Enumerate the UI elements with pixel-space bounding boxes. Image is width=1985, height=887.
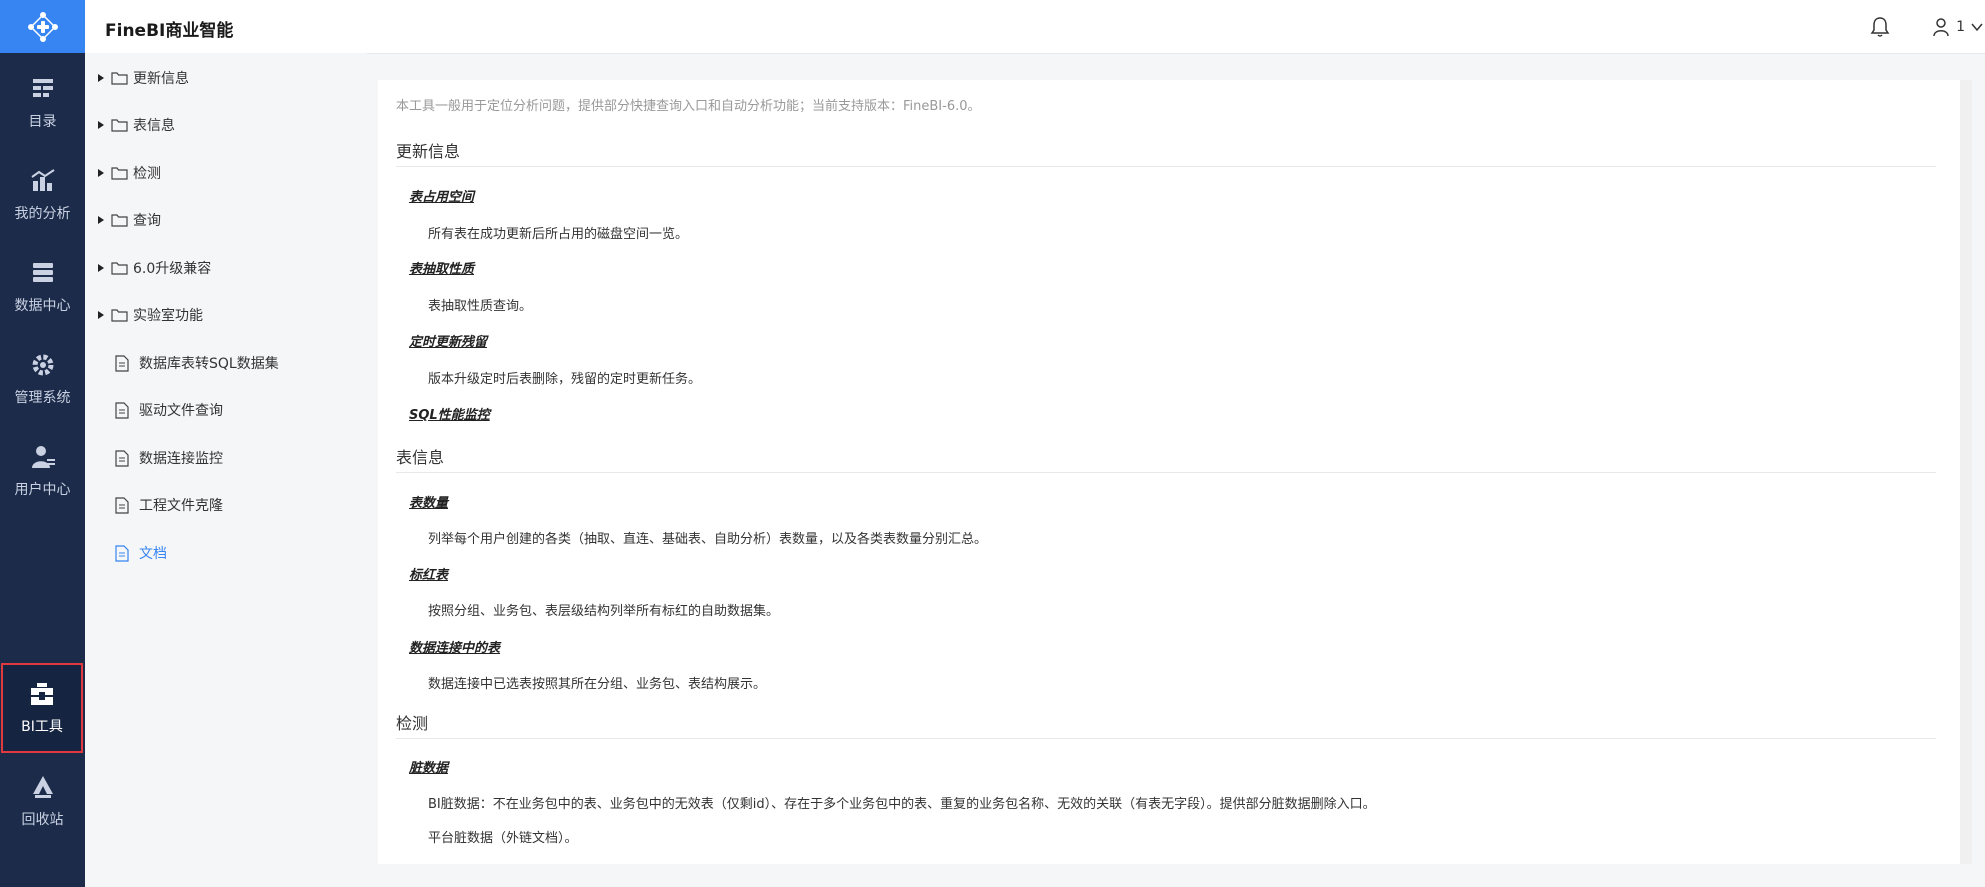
tree-label: 数据连接监控 — [139, 451, 223, 467]
tree-folder-query[interactable]: 查询 — [85, 207, 161, 233]
caret-right-icon[interactable] — [95, 119, 107, 131]
tree-label: 数据库表转SQL数据集 — [139, 356, 279, 372]
chevron-down-icon — [1971, 23, 1983, 31]
caret-right-icon[interactable] — [95, 214, 107, 226]
caret-right-icon[interactable] — [95, 262, 107, 274]
tree-file-docs[interactable]: 文档 — [85, 540, 167, 566]
gear-icon — [32, 354, 53, 376]
analysis-icon — [30, 169, 55, 191]
doc-link-connection-tables[interactable]: 数据连接中的表 — [409, 637, 500, 656]
tree-label: 6.0升级兼容 — [133, 261, 212, 277]
bell-icon[interactable] — [1868, 15, 1892, 39]
doc-desc: 按照分组、业务包、表层级结构列举所有标红的自助数据集。 — [428, 604, 780, 619]
caret-right-icon[interactable] — [95, 167, 107, 179]
tree-folder-update-info[interactable]: 更新信息 — [85, 65, 189, 91]
doc-link-table-extract-nature[interactable]: 表抽取性质 — [409, 258, 474, 277]
doc-desc: 平台脏数据（外链文档）。 — [428, 831, 578, 846]
document-icon — [115, 354, 129, 372]
nav-item-data-center[interactable]: 数据中心 — [0, 241, 85, 333]
data-center-icon — [32, 263, 53, 282]
tree-label: 更新信息 — [133, 71, 189, 87]
main-nav: 目录 我的分析 数据中心 管理系统 用户中心 BI工具 回收站 — [0, 0, 85, 887]
tree-label: 查询 — [133, 213, 161, 229]
logo[interactable] — [0, 0, 85, 53]
doc-desc: 数据连接中已选表按照其所在分组、业务包、表结构展示。 — [428, 677, 767, 692]
tree-file-project-clone[interactable]: 工程文件克隆 — [85, 492, 223, 518]
tree-label: 检测 — [133, 166, 161, 182]
tree-label: 表信息 — [133, 118, 175, 134]
tree-folder-table-info[interactable]: 表信息 — [85, 112, 175, 138]
doc-desc: 版本升级定时后表删除，残留的定时更新任务。 — [428, 372, 702, 387]
document-icon — [115, 449, 129, 467]
nav-label: 用户中心 — [14, 482, 71, 498]
user-center-icon — [31, 446, 55, 468]
logo-icon — [27, 11, 58, 42]
tree-folder-detection[interactable]: 检测 — [85, 160, 161, 186]
section-title: 更新信息 — [396, 138, 1936, 167]
doc-link-sql-performance[interactable]: SQL性能监控 — [409, 404, 490, 423]
scrollbar[interactable] — [1960, 80, 1972, 864]
doc-link-schedule-residue[interactable]: 定时更新残留 — [409, 331, 487, 350]
folder-icon — [111, 119, 128, 132]
top-header: FineBI商业智能 1 — [85, 0, 1985, 54]
tree-label: 文档 — [139, 546, 167, 562]
tree-folder-lab[interactable]: 实验室功能 — [85, 302, 203, 328]
nav-item-recycle-bin[interactable]: 回收站 — [0, 755, 85, 847]
tree-folder-upgrade-compat[interactable]: 6.0升级兼容 — [85, 255, 211, 281]
catalog-icon — [32, 79, 53, 97]
folder-icon — [111, 309, 128, 322]
nav-item-my-analysis[interactable]: 我的分析 — [0, 149, 85, 241]
folder-icon — [111, 72, 128, 85]
tree-label: 实验室功能 — [133, 308, 203, 324]
doc-link-table-disk-usage[interactable]: 表占用空间 — [409, 186, 474, 205]
tree-file-db-to-sql[interactable]: 数据库表转SQL数据集 — [85, 350, 279, 376]
tree-file-connection-monitor[interactable]: 数据连接监控 — [85, 445, 223, 471]
nav-item-management[interactable]: 管理系统 — [0, 333, 85, 425]
folder-icon — [111, 167, 128, 180]
caret-right-icon[interactable] — [95, 309, 107, 321]
section-title: 表信息 — [396, 444, 1936, 473]
section-title: 检测 — [396, 710, 1936, 739]
document-icon — [115, 401, 129, 419]
nav-label: 目录 — [28, 114, 57, 130]
nav-item-bi-tools[interactable]: BI工具 — [1, 663, 83, 753]
doc-link-dirty-data[interactable]: 脏数据 — [409, 757, 448, 776]
nav-label: 管理系统 — [14, 390, 71, 406]
user-menu[interactable]: 1 — [1932, 17, 1983, 37]
doc-desc: BI脏数据：不在业务包中的表、业务包中的无效表（仅剩id）、存在于多个业务包中的… — [428, 797, 1376, 812]
tree-file-driver-query[interactable]: 驱动文件查询 — [85, 397, 223, 423]
doc-link-red-tables[interactable]: 标红表 — [409, 564, 448, 583]
recycle-icon — [32, 776, 53, 798]
nav-label: BI工具 — [21, 719, 63, 735]
toolbox-icon — [31, 683, 53, 705]
folder-icon — [111, 262, 128, 275]
nav-item-catalog[interactable]: 目录 — [0, 57, 85, 149]
nav-label: 回收站 — [21, 812, 64, 828]
tree-label: 工程文件克隆 — [139, 498, 223, 514]
document-icon — [115, 544, 129, 562]
nav-item-user-center[interactable]: 用户中心 — [0, 425, 85, 517]
caret-right-icon[interactable] — [95, 72, 107, 84]
header-actions: 1 — [1868, 0, 1985, 53]
app-title: FineBI商业智能 — [105, 21, 234, 41]
intro-text: 本工具一般用于定位分析问题，提供部分快捷查询入口和自动分析功能；当前支持版本：F… — [396, 99, 981, 114]
tree-label: 驱动文件查询 — [139, 403, 223, 419]
user-name: 1 — [1956, 18, 1965, 35]
doc-link-table-count[interactable]: 表数量 — [409, 492, 448, 511]
tool-tree: 更新信息 表信息 检测 查询 6.0升级兼容 实验室功能 数据库表转SQL数据集… — [85, 53, 367, 887]
doc-desc: 所有表在成功更新后所占用的磁盘空间一览。 — [428, 227, 689, 242]
user-icon — [1933, 17, 1949, 36]
doc-desc: 表抽取性质查询。 — [428, 299, 533, 314]
nav-label: 数据中心 — [14, 298, 71, 314]
document-icon — [115, 496, 129, 514]
doc-content: 本工具一般用于定位分析问题，提供部分快捷查询入口和自动分析功能；当前支持版本：F… — [378, 80, 1960, 864]
nav-label: 我的分析 — [14, 206, 71, 222]
folder-icon — [111, 214, 128, 227]
doc-desc: 列举每个用户创建的各类（抽取、直连、基础表、自助分析）表数量，以及各类表数量分别… — [428, 532, 988, 547]
